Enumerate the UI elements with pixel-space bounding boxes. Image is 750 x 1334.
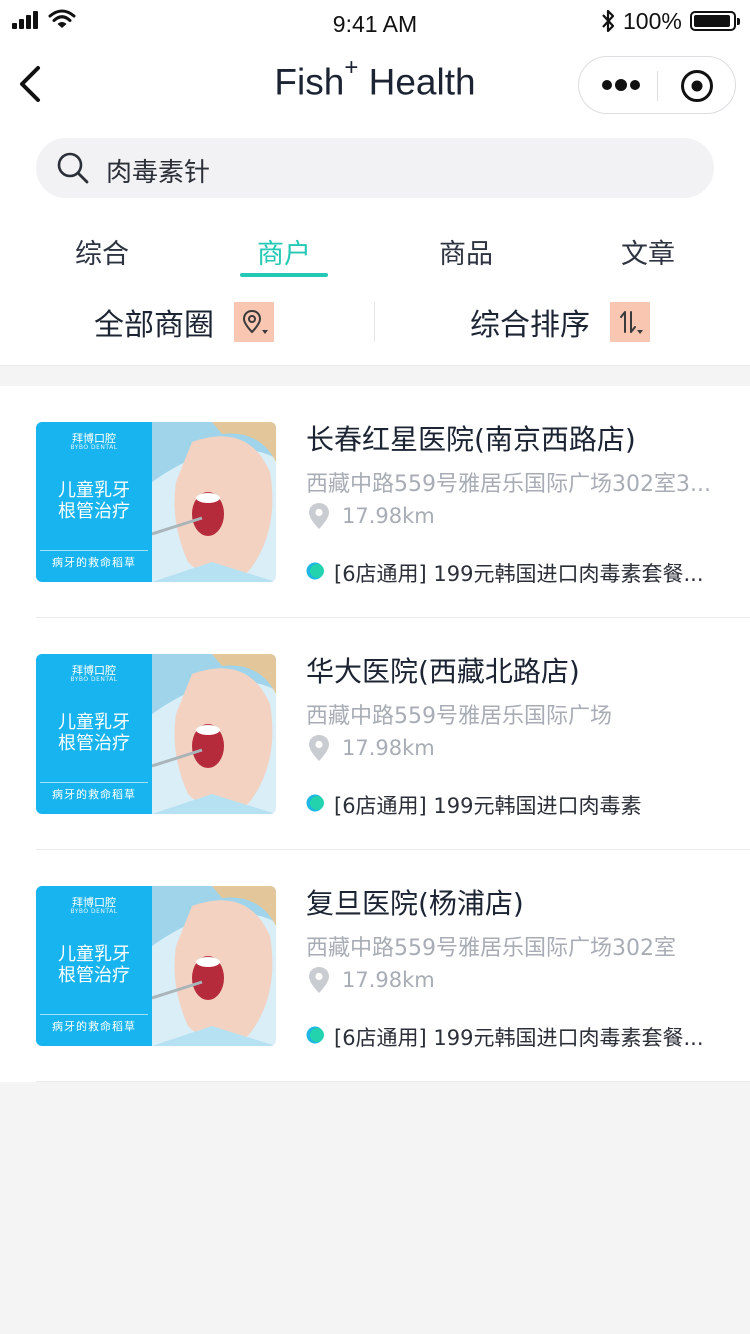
merchant-thumbnail: 拜博口腔 BYBO DENTAL 儿童乳牙 根管治疗 病牙的救命稻草 [36,422,276,582]
merchant-distance: 17.98km [342,968,435,992]
thumb-ad-panel: 拜博口腔 BYBO DENTAL 儿童乳牙 根管治疗 病牙的救命稻草 [36,886,152,1046]
merchant-thumbnail: 拜博口腔 BYBO DENTAL 儿童乳牙 根管治疗 病牙的救命稻草 [36,654,276,814]
promo-tag-icon [306,562,324,580]
thumb-ad-text: 儿童乳牙 根管治疗 [58,944,130,986]
status-bar: 9:41 AM 100% [0,0,750,44]
merchant-address: 西藏中路559号雅居乐国际广场302室 [306,936,676,961]
filter-area-label: 全部商圈 [94,308,214,343]
merchant-thumbnail: 拜博口腔 BYBO DENTAL 儿童乳牙 根管治疗 病牙的救命稻草 [36,886,276,1046]
tab-comprehensive[interactable]: 综合 [27,232,177,271]
merchant-address: 西藏中路559号雅居乐国际广场302室3... [306,472,711,497]
bluetooth-icon [602,9,615,33]
capsule-divider [657,71,658,101]
header-area: 9:41 AM 100% Fish+ Health 肉毒素针 综合 商户 商品 … [0,0,750,366]
merchant-name: 复旦医院(杨浦店) [306,887,524,920]
filter-area[interactable]: 全部商圈 [94,300,274,344]
child-dental-photo [152,422,276,582]
thumb-slogan: 病牙的救命稻草 [40,782,148,802]
thumb-ad-panel: 拜博口腔 BYBO DENTAL 儿童乳牙 根管治疗 病牙的救命稻草 [36,422,152,582]
thumb-slogan: 病牙的救命稻草 [40,550,148,570]
merchant-promo: [6店通用] 199元韩国进口肉毒素 [334,794,642,818]
merchant-distance: 17.98km [342,504,435,528]
search-icon [57,152,89,184]
location-pin-icon [309,967,329,993]
merchant-promo: [6店通用] 199元韩国进口肉毒素套餐... [334,1026,704,1050]
filter-sort[interactable]: 综合排序 [470,300,650,344]
list-divider [36,1081,750,1082]
thumb-brand-en: BYBO DENTAL [70,676,118,683]
merchant-distance: 17.98km [342,736,435,760]
merchant-name: 华大医院(西藏北路店) [306,655,580,688]
more-dots-icon[interactable] [601,77,641,93]
merchant-card[interactable]: 拜博口腔 BYBO DENTAL 儿童乳牙 根管治疗 病牙的救命稻草 复旦医院(杨… [0,850,750,1082]
battery-percent: 100% [623,8,682,34]
thumb-brand-en: BYBO DENTAL [70,908,118,915]
battery-icon [690,11,740,31]
location-pin-icon [309,503,329,529]
tab-merchants[interactable]: 商户 [209,232,359,271]
thumb-brand-en: BYBO DENTAL [70,444,118,451]
close-target-icon[interactable] [680,69,714,103]
thumb-ad-text: 儿童乳牙 根管治疗 [58,480,130,522]
merchant-promo: [6店通用] 199元韩国进口肉毒素套餐... [334,562,704,586]
tab-articles[interactable]: 文章 [573,232,723,271]
filter-divider [374,302,375,342]
merchant-card[interactable]: 拜博口腔 BYBO DENTAL 儿童乳牙 根管治疗 病牙的救命稻草 长春红星医院… [0,386,750,618]
merchant-card[interactable]: 拜博口腔 BYBO DENTAL 儿童乳牙 根管治疗 病牙的救命稻草 华大医院(西… [0,618,750,850]
location-pin-icon [309,735,329,761]
sort-arrows-dropdown-icon [610,302,650,342]
thumb-ad-text: 儿童乳牙 根管治疗 [58,712,130,754]
thumb-ad-panel: 拜博口腔 BYBO DENTAL 儿童乳牙 根管治疗 病牙的救命稻草 [36,654,152,814]
merchant-list: 拜博口腔 BYBO DENTAL 儿童乳牙 根管治疗 病牙的救命稻草 长春红星医院… [0,386,750,1082]
merchant-address: 西藏中路559号雅居乐国际广场 [306,704,612,729]
child-dental-photo [152,654,276,814]
location-pin-dropdown-icon [234,302,274,342]
promo-tag-icon [306,794,324,812]
child-dental-photo [152,886,276,1046]
promo-tag-icon [306,1026,324,1044]
mini-program-capsule [578,56,736,114]
tab-products[interactable]: 商品 [391,232,541,271]
search-bar[interactable]: 肉毒素针 [36,138,714,198]
thumb-slogan: 病牙的救命稻草 [40,1014,148,1034]
active-tab-indicator [240,273,328,277]
filter-sort-label: 综合排序 [470,308,590,343]
search-input[interactable]: 肉毒素针 [106,152,210,189]
merchant-name: 长春红星医院(南京西路店) [306,423,636,456]
